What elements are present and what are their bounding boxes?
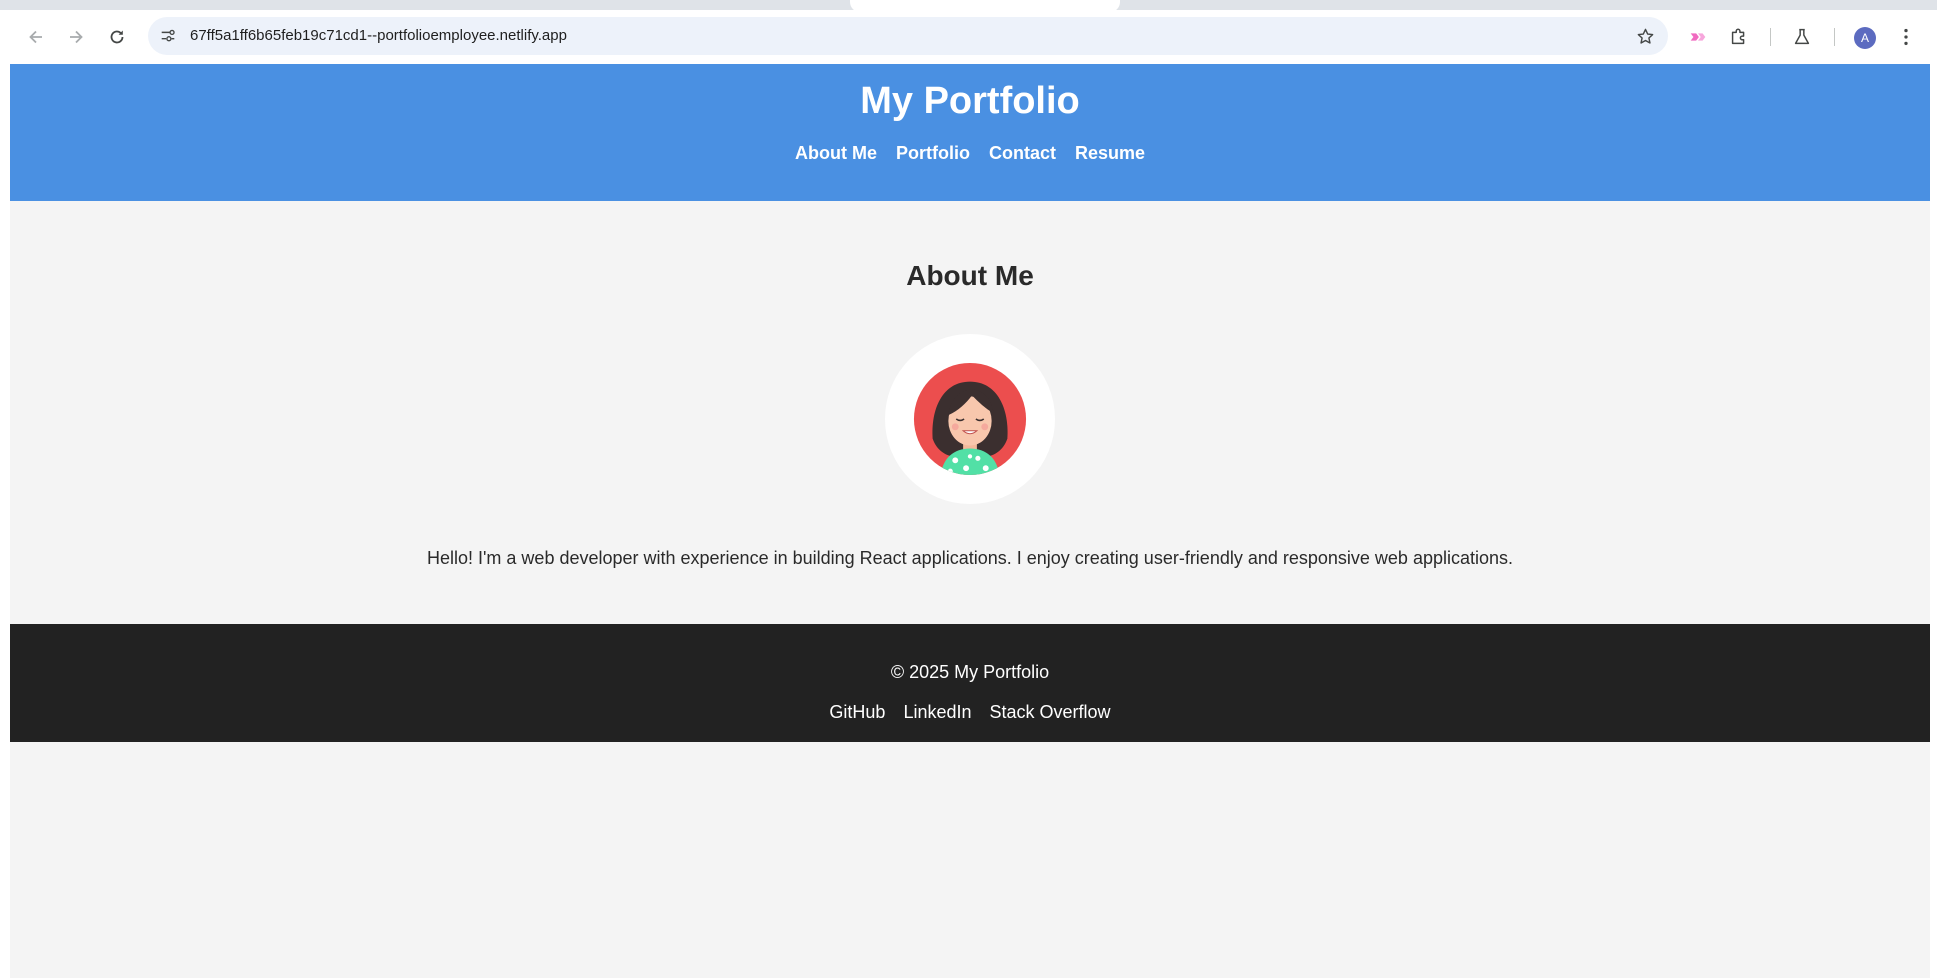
profile-picture bbox=[885, 334, 1055, 504]
site-footer: © 2025 My Portfolio GitHub LinkedIn Stac… bbox=[10, 624, 1930, 742]
site-nav: About Me Portfolio Contact Resume bbox=[10, 143, 1930, 164]
address-bar[interactable]: 67ff5a1ff6b65feb19c71cd1--portfolioemplo… bbox=[148, 17, 1668, 55]
avatar-illustration bbox=[913, 362, 1027, 476]
footer-link-github[interactable]: GitHub bbox=[829, 702, 885, 723]
nav-link-portfolio[interactable]: Portfolio bbox=[896, 143, 970, 164]
bookmark-star-icon[interactable] bbox=[1634, 25, 1656, 47]
site-info-icon[interactable] bbox=[158, 26, 178, 46]
nav-link-contact[interactable]: Contact bbox=[989, 143, 1056, 164]
footer-links: GitHub LinkedIn Stack Overflow bbox=[10, 702, 1930, 723]
browser-toolbar: 67ff5a1ff6b65feb19c71cd1--portfolioemplo… bbox=[0, 10, 1937, 64]
labs-flask-icon[interactable] bbox=[1790, 25, 1814, 49]
about-description: Hello! I'm a web developer with experien… bbox=[426, 548, 1514, 568]
nav-link-about-me[interactable]: About Me bbox=[795, 143, 877, 164]
browser-chrome: 67ff5a1ff6b65feb19c71cd1--portfolioemplo… bbox=[0, 0, 1937, 64]
puzzle-icon[interactable] bbox=[1727, 25, 1751, 49]
copyright-text: © 2025 My Portfolio bbox=[890, 662, 1050, 682]
window-edge bbox=[0, 64, 10, 978]
about-section: About Me Hello! I'm a web developer with… bbox=[10, 201, 1930, 624]
toolbar-divider bbox=[1834, 28, 1835, 46]
nav-link-resume[interactable]: Resume bbox=[1075, 143, 1145, 164]
site-header: My Portfolio About Me Portfolio Contact … bbox=[10, 64, 1930, 201]
scrollbar[interactable] bbox=[1930, 64, 1937, 978]
reload-icon[interactable] bbox=[103, 23, 131, 51]
forward-arrow-icon[interactable] bbox=[62, 23, 90, 51]
toolbar-divider bbox=[1770, 28, 1771, 46]
about-title: About Me bbox=[906, 260, 1034, 291]
footer-link-linkedin[interactable]: LinkedIn bbox=[903, 702, 971, 723]
footer-link-stack-overflow[interactable]: Stack Overflow bbox=[990, 702, 1111, 723]
extension-icon[interactable] bbox=[1686, 25, 1710, 49]
web-page: My Portfolio About Me Portfolio Contact … bbox=[10, 64, 1930, 978]
site-title: My Portfolio bbox=[860, 80, 1080, 122]
profile-avatar[interactable]: A bbox=[1854, 27, 1876, 49]
back-arrow-icon[interactable] bbox=[22, 23, 50, 51]
url-text[interactable]: 67ff5a1ff6b65feb19c71cd1--portfolioemplo… bbox=[190, 17, 567, 55]
kebab-menu-icon[interactable] bbox=[1894, 25, 1918, 49]
